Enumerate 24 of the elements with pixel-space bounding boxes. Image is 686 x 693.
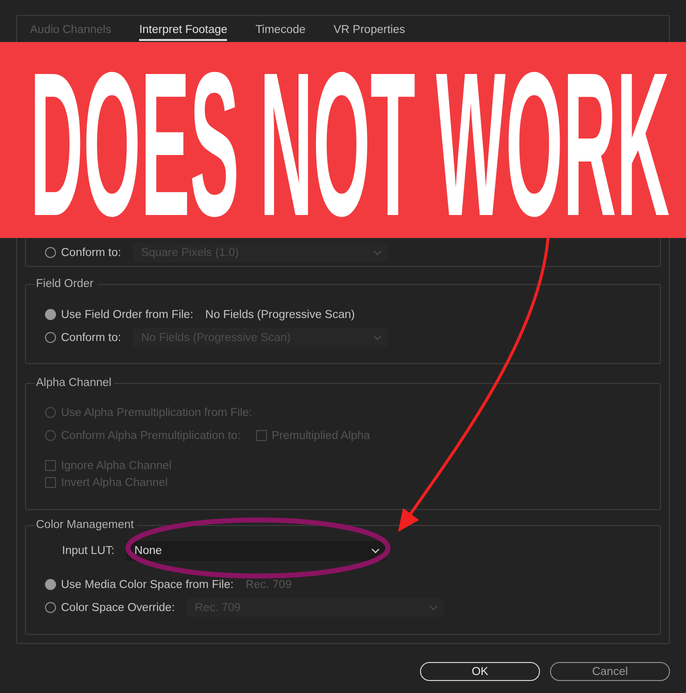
dropdown[interactable]: None	[126, 541, 386, 561]
radio-button[interactable]	[45, 602, 56, 613]
field-label: Input LUT:	[62, 545, 114, 557]
tab[interactable]: VR Properties	[334, 21, 406, 41]
radio-label: Use Media Color Space from File:	[61, 578, 234, 590]
radio-button[interactable]	[45, 309, 56, 320]
chevron-down-icon	[371, 548, 380, 554]
radio-label: Conform to:	[61, 246, 122, 258]
chevron-down-icon	[373, 334, 382, 340]
radio-button[interactable]	[45, 247, 56, 258]
radio-label: Use Field Order from File:	[61, 308, 194, 320]
radio-label: Color Space Override:	[61, 602, 175, 614]
value-text: No Fields (Progressive Scan)	[205, 308, 355, 320]
chevron-down-icon	[373, 250, 382, 256]
cancel-button[interactable]: Cancel	[550, 662, 670, 681]
chevron-down-icon	[428, 604, 438, 610]
group-title: Color Management	[35, 518, 137, 533]
radio-label: Conform to:	[61, 332, 122, 344]
radio-button[interactable]	[45, 332, 56, 343]
radio-button[interactable]	[45, 579, 56, 590]
group-title: Alpha Channel	[35, 376, 114, 391]
ok-button[interactable]: OK	[420, 662, 540, 681]
banner-text: DOES NOT WORK	[30, 42, 670, 238]
tab[interactable]: Timecode	[255, 21, 306, 41]
